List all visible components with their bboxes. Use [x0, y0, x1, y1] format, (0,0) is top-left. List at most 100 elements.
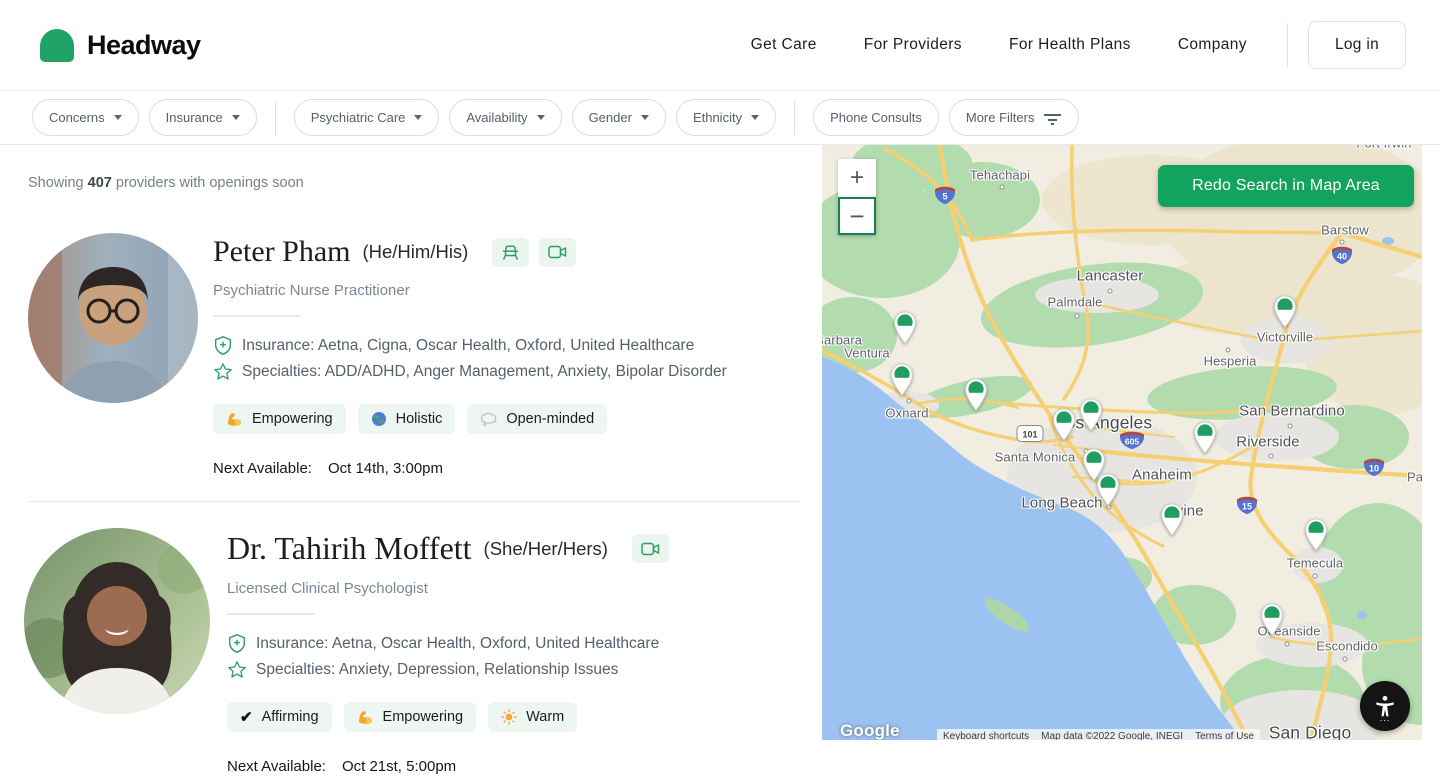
map-pin[interactable] [893, 311, 917, 350]
trait-holistic: Holistic [358, 404, 456, 434]
filter-lines-icon [1043, 111, 1062, 125]
map-label-palmdale: Palmdale [1048, 295, 1103, 310]
map-pin[interactable] [1160, 503, 1184, 542]
svg-text:605: 605 [1125, 437, 1139, 447]
town-dot [1226, 348, 1231, 353]
login-button[interactable]: Log in [1308, 21, 1406, 69]
filter-more-filters[interactable]: More Filters [949, 99, 1080, 136]
map-pin[interactable] [1304, 518, 1328, 557]
chevron-down-icon [414, 115, 422, 120]
town-dot [1285, 642, 1290, 647]
map-label-lancaster: Lancaster [1077, 268, 1144, 285]
trait-empowering: Empowering [213, 404, 346, 434]
map-label-tehachapi: Tehachapi [970, 168, 1030, 183]
chevron-down-icon [114, 115, 122, 120]
card-divider [213, 315, 301, 317]
map-label-san-diego: San Diego [1269, 723, 1352, 741]
map-pin[interactable] [1273, 295, 1297, 334]
trait-warm: Warm [488, 702, 577, 732]
town-dot [1075, 314, 1080, 319]
insurance-row: Insurance: Aetna, Cigna, Oscar Health, O… [213, 335, 727, 356]
map-label-fort-irwin: Fort Irwin [1356, 145, 1411, 151]
insurance-row: Insurance: Aetna, Oscar Health, Oxford, … [227, 633, 669, 654]
redo-search-button[interactable]: Redo Search in Map Area [1158, 165, 1414, 207]
zoom-out-button[interactable]: − [838, 197, 876, 235]
nav-for-providers[interactable]: For Providers [864, 36, 962, 54]
provider-pronouns: (He/Him/His) [362, 241, 468, 263]
filter-group-divider [794, 101, 795, 135]
filter-label: Gender [589, 110, 632, 125]
filter-label: Concerns [49, 110, 105, 125]
shield-plus-icon [227, 633, 247, 654]
map-attribution: Keyboard shortcuts Map data ©2022 Google… [937, 729, 1260, 740]
route-shield-i40: 40 [1329, 244, 1355, 271]
next-available-label: Next Available: [227, 758, 326, 775]
map-label-long-beach: Long Beach [1021, 495, 1102, 512]
headway-logo[interactable]: Headway [40, 29, 201, 62]
nav-get-care[interactable]: Get Care [751, 36, 817, 54]
provider-card-tahirih-moffett[interactable]: Dr. Tahirih Moffett (She/Her/Hers) Licen… [24, 528, 800, 775]
next-available-value: Oct 14th, 3:00pm [328, 460, 443, 477]
route-shield-us101: 101 [1016, 425, 1044, 448]
svg-text:5: 5 [942, 192, 947, 202]
results-prefix: Showing [28, 175, 84, 191]
terms-of-use-link[interactable]: Terms of Use [1189, 729, 1260, 740]
chevron-down-icon [232, 115, 240, 120]
nav-company[interactable]: Company [1178, 36, 1247, 54]
filter-phone-consults[interactable]: Phone Consults [813, 99, 939, 136]
provider-card-peter-pham[interactable]: Peter Pham (He/Him/His) [28, 233, 800, 477]
svg-text:15: 15 [1242, 502, 1252, 512]
filter-label: Insurance [166, 110, 223, 125]
provider-name: Dr. Tahirih Moffett [227, 530, 472, 567]
map-pin[interactable] [890, 363, 914, 402]
filter-label: Psychiatric Care [311, 110, 406, 125]
insurance-text: Insurance: Aetna, Cigna, Oscar Health, O… [242, 337, 694, 355]
filter-psychiatric-care[interactable]: Psychiatric Care [294, 99, 440, 136]
filter-availability[interactable]: Availability [449, 99, 561, 136]
accessibility-widget-button[interactable]: ... [1360, 681, 1410, 731]
nav-for-health-plans[interactable]: For Health Plans [1009, 36, 1131, 54]
google-logo[interactable]: Google [840, 721, 900, 740]
results-suffix: providers with openings soon [116, 175, 304, 191]
specialties-row: Specialties: ADD/ADHD, Anger Management,… [213, 362, 727, 382]
trait-label: Warm [526, 709, 564, 725]
muscle-icon [357, 709, 374, 725]
brand-name: Headway [87, 30, 201, 61]
map-pin[interactable] [964, 378, 988, 417]
map-pin[interactable] [1096, 473, 1120, 512]
in-person-icon [492, 238, 529, 267]
chevron-down-icon [751, 115, 759, 120]
specialties-text: Specialties: ADD/ADHD, Anger Management,… [242, 363, 727, 381]
filter-concerns[interactable]: Concerns [32, 99, 139, 136]
route-shield-i15: 15 [1234, 494, 1260, 521]
next-available-row: Next Available: Oct 14th, 3:00pm [213, 460, 727, 477]
map[interactable]: Fort Irwin Tehachapi Barstow Lancaster P… [822, 145, 1422, 740]
next-available-value: Oct 21st, 5:00pm [342, 758, 456, 775]
filter-insurance[interactable]: Insurance [149, 99, 257, 136]
svg-text:101: 101 [1022, 430, 1037, 440]
map-zoom-control: + − [838, 159, 876, 235]
town-dot [1288, 424, 1293, 429]
provider-pronouns: (She/Her/Hers) [484, 538, 608, 560]
map-pin[interactable] [1079, 398, 1103, 437]
map-label-ventura: Ventura [844, 346, 890, 361]
map-pin[interactable] [1052, 408, 1076, 447]
filter-ethnicity[interactable]: Ethnicity [676, 99, 776, 136]
svg-text:40: 40 [1337, 252, 1347, 262]
map-pin[interactable] [1193, 421, 1217, 460]
star-icon [227, 660, 247, 680]
sun-icon [501, 709, 517, 725]
card-separator [28, 501, 800, 502]
primary-nav: Get Care For Providers For Health Plans … [751, 36, 1247, 54]
keyboard-shortcuts-link[interactable]: Keyboard shortcuts [937, 729, 1035, 740]
specialties-row: Specialties: Anxiety, Depression, Relati… [227, 660, 669, 680]
town-dot [1108, 289, 1113, 294]
filter-gender[interactable]: Gender [572, 99, 666, 136]
map-data-text: Map data ©2022 Google, INEGI [1035, 729, 1189, 740]
zoom-in-button[interactable]: + [838, 159, 876, 197]
map-label-anaheim: Anaheim [1132, 467, 1192, 484]
map-label-santa-monica: Santa Monica [995, 450, 1076, 465]
provider-title: Licensed Clinical Psychologist [227, 580, 669, 597]
map-pin[interactable] [1260, 603, 1284, 642]
provider-photo [28, 233, 198, 403]
